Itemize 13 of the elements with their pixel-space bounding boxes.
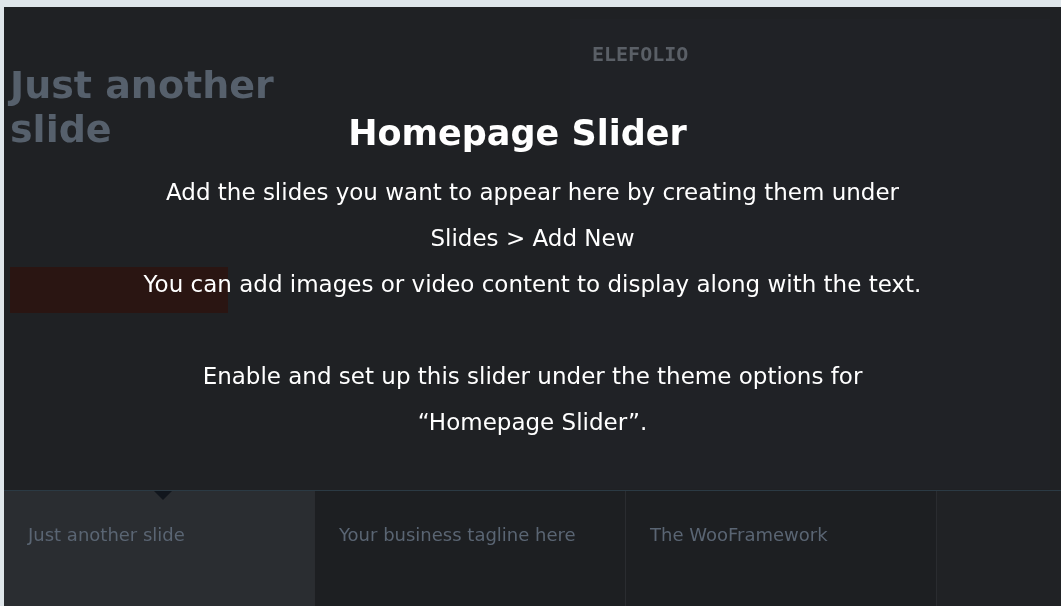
tab-title: Your business tagline here xyxy=(339,523,577,547)
overlay-text: Slides > Add New xyxy=(430,224,635,253)
slide-tab[interactable]: Just another slide xyxy=(4,491,315,606)
tab-title: The WooFramework xyxy=(650,523,829,547)
tab-title: Just another slide xyxy=(28,523,186,547)
slide-heading: Just another slide xyxy=(10,63,275,151)
overlay-text: You can add images or video content to display along with the text. xyxy=(143,270,922,299)
overlay-text: “Homepage Slider”. xyxy=(417,408,648,437)
overlay-text: Add the slides you want to appear here by creating them under xyxy=(166,178,899,207)
pointer-icon xyxy=(154,491,172,500)
overlay-text: Enable and set up this slider under the theme options for xyxy=(202,362,863,391)
site-logo: ELEFOLIO xyxy=(592,41,689,68)
overlay-title: Homepage Slider xyxy=(348,112,687,155)
